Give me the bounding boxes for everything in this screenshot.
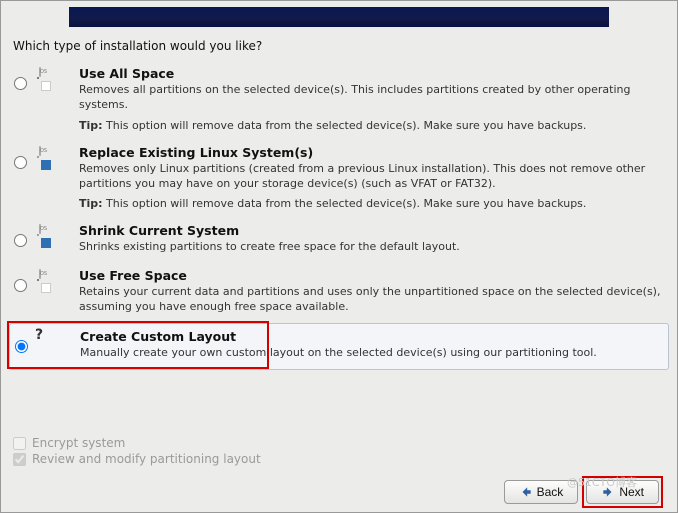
- option-title: Create Custom Layout: [80, 329, 662, 344]
- arrow-left-icon: [519, 485, 533, 499]
- arrow-right-icon: [601, 485, 615, 499]
- back-button[interactable]: Back: [504, 480, 579, 504]
- prompt-text: Which type of installation would you lik…: [13, 39, 669, 53]
- lower-controls: Encrypt system Review and modify partiti…: [9, 430, 669, 504]
- option-replace-linux[interactable]: OS Replace Existing Linux System(s) Remo…: [9, 140, 669, 219]
- radio-replace-linux[interactable]: [14, 156, 27, 169]
- option-desc: Retains your current data and partitions…: [79, 285, 663, 315]
- option-shrink-system[interactable]: OS Shrink Current System Shrinks existin…: [9, 218, 669, 263]
- next-button[interactable]: Next: [586, 480, 659, 504]
- review-layout-label: Review and modify partitioning layout: [32, 452, 261, 466]
- radio-custom-layout[interactable]: [15, 340, 28, 353]
- option-title: Shrink Current System: [79, 223, 663, 238]
- option-tip: Tip: This option will remove data from t…: [79, 119, 663, 132]
- option-use-all-space[interactable]: OS Use All Space Removes all partitions …: [9, 61, 669, 140]
- next-button-label: Next: [619, 485, 644, 499]
- option-desc: Manually create your own custom layout o…: [80, 346, 662, 361]
- radio-use-all-space[interactable]: [14, 77, 27, 90]
- encrypt-system-label: Encrypt system: [32, 436, 125, 450]
- option-desc: Removes all partitions on the selected d…: [79, 83, 663, 113]
- option-title: Use Free Space: [79, 268, 663, 283]
- install-type-options: OS Use All Space Removes all partitions …: [9, 61, 669, 370]
- review-layout-checkbox-row[interactable]: Review and modify partitioning layout: [13, 452, 665, 466]
- encrypt-system-checkbox[interactable]: [13, 437, 26, 450]
- option-desc: Shrinks existing partitions to create fr…: [79, 240, 663, 255]
- option-tip: Tip: This option will remove data from t…: [79, 197, 663, 210]
- option-desc: Removes only Linux partitions (created f…: [79, 162, 663, 192]
- radio-use-free-space[interactable]: [14, 279, 27, 292]
- back-button-label: Back: [537, 485, 564, 499]
- option-use-free-space[interactable]: OS Use Free Space Retains your current d…: [9, 263, 669, 323]
- encrypt-system-checkbox-row[interactable]: Encrypt system: [13, 436, 665, 450]
- header-banner: [69, 7, 609, 27]
- radio-shrink-system[interactable]: [14, 234, 27, 247]
- option-custom-layout[interactable]: ? Create Custom Layout Manually create y…: [9, 323, 669, 370]
- option-title: Replace Existing Linux System(s): [79, 145, 663, 160]
- review-layout-checkbox[interactable]: [13, 453, 26, 466]
- option-title: Use All Space: [79, 66, 663, 81]
